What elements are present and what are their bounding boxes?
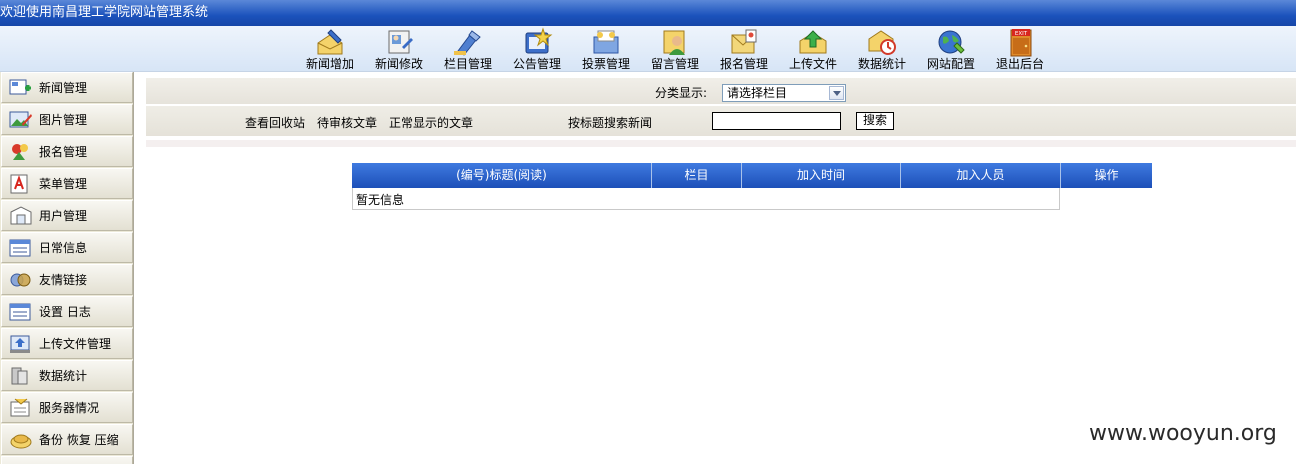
column-added-by[interactable]: 加入人员	[901, 163, 1061, 188]
sidebar-item-label: 日常信息	[39, 241, 88, 255]
news-add-icon	[317, 29, 343, 55]
sidebar-item-label: 数据统计	[39, 369, 88, 383]
sidebar-item-label: 用户管理	[39, 209, 88, 223]
category-select-value: 请选择栏目	[727, 86, 788, 100]
daily-info-icon	[9, 239, 31, 257]
toolbar-news-add[interactable]: 新闻增加	[297, 26, 363, 72]
top-toolbar: 新闻增加 新闻修改 栏目管理 公告管理 投票管理 留言管理 报名管理 上传文件 …	[0, 26, 1296, 72]
upload-manage-icon	[10, 335, 30, 353]
sidebar-item-label: 设置 日志	[39, 305, 91, 319]
toolbar-signup-manage[interactable]: 报名管理	[711, 26, 777, 72]
column-title[interactable]: (编号)标题(阅读)	[352, 163, 652, 188]
pending-articles-link[interactable]: 待审核文章	[317, 114, 377, 131]
sidebar-item-user[interactable]: 用户管理	[1, 200, 133, 231]
site-config-icon	[938, 30, 965, 54]
toolbar-exit-label: 退出后台	[995, 57, 1044, 71]
chevron-down-icon[interactable]	[829, 86, 844, 100]
separator	[146, 140, 1296, 147]
toolbar-column-manage[interactable]: 栏目管理	[435, 26, 501, 72]
upload-file-icon	[799, 30, 827, 54]
sidebar-item-label: 服务器情况	[39, 401, 100, 415]
sidebar-item-settings-log[interactable]: 设置 日志	[1, 296, 133, 327]
search-input[interactable]	[712, 112, 841, 130]
sidebar-item-label: 友情链接	[39, 273, 88, 287]
sidebar-item-signup[interactable]: 报名管理	[1, 136, 133, 167]
backup-icon	[10, 434, 32, 449]
statistics-icon	[868, 30, 896, 55]
settings-log-icon	[9, 303, 31, 321]
sidebar-item-friend-link[interactable]: 友情链接	[1, 264, 133, 295]
sidebar-item-label: 菜单管理	[39, 177, 88, 191]
server-icon	[10, 398, 30, 417]
toolbar-exit[interactable]: EXIT 退出后台	[987, 26, 1053, 72]
toolbar-upload-file[interactable]: 上传文件	[780, 26, 846, 72]
table-row: 暂无信息	[352, 188, 1060, 210]
sidebar-item-data-stat[interactable]: 数据统计	[1, 360, 133, 391]
message-manage-icon	[663, 30, 685, 55]
sidebar-item-label: 上传文件管理	[39, 337, 112, 351]
vote-manage-icon	[593, 30, 619, 54]
left-sidebar: 新闻管理 图片管理 报名管理 菜单管理 用户管理 日常信息 友情链接 设置 日志…	[0, 72, 134, 464]
news-icon	[9, 79, 31, 95]
exit-badge-text: EXIT	[1015, 31, 1028, 37]
table-header: (编号)标题(阅读) 栏目 加入时间 加入人员 操作	[352, 163, 1152, 188]
sidebar-item-more[interactable]	[1, 456, 133, 464]
toolbar-site-config[interactable]: 网站配置	[918, 26, 984, 72]
normal-articles-link[interactable]: 正常显示的文章	[389, 114, 473, 131]
news-edit-icon	[388, 30, 413, 54]
filter-bar: 分类显示: 请选择栏目	[146, 78, 1296, 104]
toolbar-statistics[interactable]: 数据统计	[849, 26, 915, 72]
window-title: 欢迎使用南昌理工学院网站管理系统	[0, 5, 209, 20]
friend-link-icon	[10, 273, 31, 287]
filter-label: 分类显示:	[655, 86, 708, 100]
column-added-time[interactable]: 加入时间	[742, 163, 901, 188]
sidebar-item-label: 图片管理	[39, 113, 88, 127]
column-category[interactable]: 栏目	[652, 163, 742, 188]
title-bar: 欢迎使用南昌理工学院网站管理系统	[0, 0, 1296, 26]
search-label: 按标题搜索新闻	[568, 116, 653, 130]
toolbar-vote-manage[interactable]: 投票管理	[573, 26, 639, 72]
menu-icon	[10, 174, 28, 194]
sidebar-item-news[interactable]: 新闻管理	[1, 72, 133, 103]
sidebar-item-server[interactable]: 服务器情况	[1, 392, 133, 423]
toolbar-notice-manage[interactable]: 公告管理	[504, 26, 570, 72]
column-manage-icon	[454, 30, 481, 56]
user-icon	[10, 206, 32, 225]
sidebar-item-upload-manage[interactable]: 上传文件管理	[1, 328, 133, 359]
toolbar-message-manage[interactable]: 留言管理	[642, 26, 708, 72]
image-icon	[9, 111, 32, 128]
empty-message: 暂无信息	[356, 193, 405, 207]
sidebar-item-label: 新闻管理	[39, 81, 88, 95]
recycle-bin-link[interactable]: 查看回收站	[245, 114, 305, 131]
column-actions[interactable]: 操作	[1061, 163, 1152, 188]
sidebar-item-menu[interactable]: 菜单管理	[1, 168, 133, 199]
signup-manage-icon	[731, 29, 757, 54]
data-stat-icon	[11, 367, 28, 385]
category-select[interactable]: 请选择栏目	[722, 84, 846, 102]
sidebar-item-daily-info[interactable]: 日常信息	[1, 232, 133, 263]
sidebar-item-backup[interactable]: 备份 恢复 压缩	[1, 424, 133, 455]
notice-manage-icon	[525, 27, 553, 54]
exit-icon: EXIT	[1010, 29, 1032, 57]
watermark: www.wooyun.org	[1089, 421, 1277, 446]
main-content: 分类显示: 请选择栏目 查看回收站 待审核文章 正常显示的文章 按标题搜索新闻 …	[146, 72, 1296, 464]
sidebar-item-image[interactable]: 图片管理	[1, 104, 133, 135]
search-button[interactable]: 搜索	[856, 112, 894, 130]
sidebar-item-label: 备份 恢复 压缩	[39, 433, 119, 447]
signup-icon	[12, 144, 28, 160]
toolbar-news-edit[interactable]: 新闻修改	[366, 26, 432, 72]
sidebar-item-label: 报名管理	[39, 145, 88, 159]
